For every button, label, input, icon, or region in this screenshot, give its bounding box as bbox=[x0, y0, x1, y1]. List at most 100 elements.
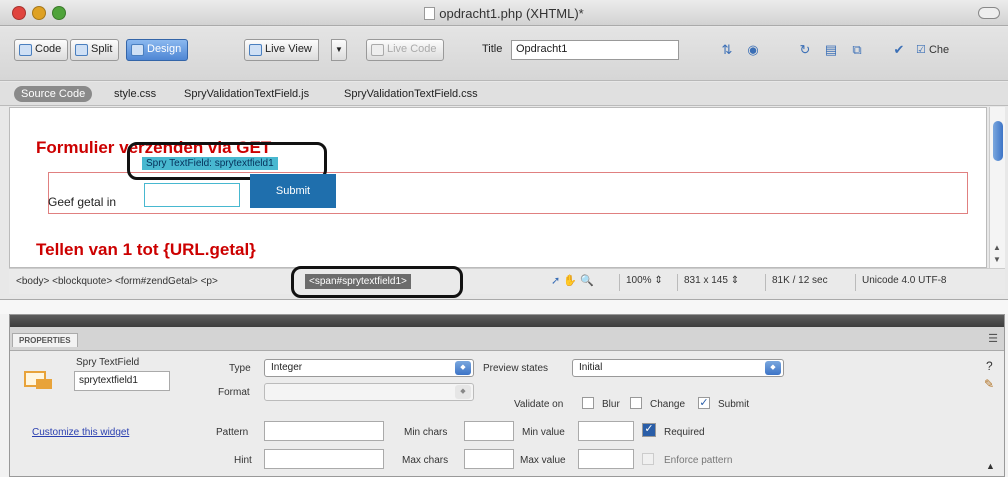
split-icon bbox=[75, 44, 88, 56]
document-toolbar: Code Split Design Live View ▼ Live Code … bbox=[0, 27, 1008, 81]
format-select[interactable]: ◆ bbox=[264, 383, 474, 401]
format-label: Format bbox=[218, 387, 250, 398]
toolbar-toggle-button[interactable] bbox=[978, 7, 1000, 19]
zoom-value: 100% bbox=[626, 275, 652, 286]
select-tool-icon[interactable]: ➚ bbox=[551, 275, 560, 287]
getal-input[interactable] bbox=[144, 183, 240, 207]
hint-label: Hint bbox=[234, 455, 252, 466]
pattern-input[interactable] bbox=[264, 421, 384, 441]
submit-validate-label: Submit bbox=[718, 399, 750, 410]
submit-button[interactable]: Submit bbox=[250, 174, 336, 208]
properties-tab[interactable]: PROPERTIES bbox=[12, 333, 78, 347]
status-tools: ➚ ✋ 🔍 bbox=[551, 274, 594, 287]
zoom-tool-icon[interactable]: 🔍 bbox=[580, 275, 594, 287]
title-bar: opdracht1.php (XHTML)* bbox=[0, 0, 1008, 26]
download-time: 81K / 12 sec bbox=[765, 274, 834, 291]
document-icon bbox=[424, 7, 436, 20]
check-page-label: Che bbox=[928, 44, 950, 56]
widget-id-input[interactable]: sprytextfield1 bbox=[74, 371, 170, 391]
document-window: opdracht1.php (XHTML)* Code Split Design… bbox=[0, 0, 1008, 300]
change-checkbox[interactable] bbox=[630, 397, 642, 409]
code-icon bbox=[19, 44, 32, 56]
enforce-pattern-label: Enforce pattern bbox=[664, 455, 733, 466]
panel-menu-icon[interactable]: ☰ bbox=[988, 332, 998, 345]
enforce-pattern-checkbox[interactable] bbox=[642, 453, 654, 465]
scrollbar-thumb[interactable] bbox=[993, 121, 1003, 161]
related-files-bar: Source Code style.css SpryValidationText… bbox=[0, 82, 1008, 106]
related-file-style-css[interactable]: style.css bbox=[114, 88, 156, 100]
blur-checkbox[interactable] bbox=[582, 397, 594, 409]
live-code-button[interactable]: Live Code bbox=[366, 39, 444, 61]
scroll-up-arrow[interactable]: ▲ bbox=[993, 243, 1001, 252]
tag-highlight-callout bbox=[291, 266, 463, 298]
tag-selector[interactable]: <body> <blockquote> <form#zendGetal> <p> bbox=[16, 276, 218, 287]
panel-header[interactable] bbox=[10, 315, 1004, 327]
check-page-button[interactable]: ☑ Che bbox=[916, 41, 949, 59]
zoom-select[interactable]: 100% ⇕ bbox=[619, 274, 669, 291]
window-title: opdracht1.php (XHTML)* bbox=[0, 6, 1008, 21]
submit-checkbox[interactable]: ✓ bbox=[698, 397, 710, 409]
design-icon bbox=[131, 44, 144, 56]
panel-gap bbox=[0, 300, 1008, 314]
validate-markup-icon[interactable]: ✔ bbox=[890, 41, 908, 59]
window-title-text: opdracht1.php (XHTML)* bbox=[439, 6, 584, 21]
design-view-button[interactable]: Design bbox=[126, 39, 189, 61]
max-value-label: Max value bbox=[520, 455, 566, 466]
preview-states-select[interactable]: Initial ◆ bbox=[572, 359, 784, 377]
live-code-label: Live Code bbox=[387, 43, 437, 55]
preview-states-value: Initial bbox=[579, 362, 603, 373]
panel-tabs: PROPERTIES ☰ bbox=[10, 327, 1004, 351]
design-view[interactable]: Formulier verzenden via GET Spry TextFie… bbox=[9, 107, 987, 268]
page-title-input[interactable]: Opdracht1 bbox=[511, 40, 679, 60]
scroll-down-arrow[interactable]: ▼ bbox=[993, 255, 1001, 264]
required-checkbox[interactable]: ✓ bbox=[642, 423, 656, 437]
pattern-label: Pattern bbox=[216, 427, 249, 438]
split-view-button[interactable]: Split bbox=[70, 39, 120, 61]
type-value: Integer bbox=[271, 362, 303, 373]
widget-name: Spry TextField bbox=[76, 357, 140, 368]
widget-id-value: sprytextfield1 bbox=[79, 375, 138, 386]
live-view-button[interactable]: Live View bbox=[244, 39, 319, 61]
hint-input[interactable] bbox=[264, 449, 384, 469]
collapse-arrow-icon[interactable]: ▲ bbox=[986, 461, 995, 471]
file-management-icon[interactable]: ⇅ bbox=[718, 41, 736, 59]
validate-on-label: Validate on bbox=[514, 399, 564, 410]
live-view-icon bbox=[249, 44, 262, 56]
code-view-button[interactable]: Code bbox=[14, 39, 69, 61]
spry-textfield-icon bbox=[24, 371, 54, 391]
select-arrow-icon: ◆ bbox=[455, 385, 471, 399]
max-chars-label: Max chars bbox=[402, 455, 449, 466]
customize-widget-link[interactable]: Customize this widget bbox=[32, 427, 129, 438]
page-title-value: Opdracht1 bbox=[516, 43, 568, 55]
hand-tool-icon[interactable]: ✋ bbox=[563, 275, 577, 287]
max-value-input[interactable] bbox=[578, 449, 634, 469]
type-select[interactable]: Integer ◆ bbox=[264, 359, 474, 377]
preview-states-label: Preview states bbox=[483, 363, 549, 374]
view-options-icon[interactable]: ▤ bbox=[822, 41, 840, 59]
source-code-button[interactable]: Source Code bbox=[14, 86, 93, 102]
title-label: Title bbox=[482, 43, 503, 55]
window-size-select[interactable]: 831 x 145 ⇕ bbox=[677, 274, 745, 291]
code-label: Code bbox=[35, 43, 62, 55]
min-value-input[interactable] bbox=[578, 421, 634, 441]
status-bar: <body> <blockquote> <form#zendGetal> <p>… bbox=[9, 266, 1005, 298]
split-label: Split bbox=[91, 43, 113, 55]
edit-icon[interactable]: ✎ bbox=[984, 377, 994, 391]
preview-browser-icon[interactable]: ◉ bbox=[744, 41, 762, 59]
min-value-label: Min value bbox=[522, 427, 565, 438]
live-view-label: Live View bbox=[265, 43, 312, 55]
select-arrow-icon: ◆ bbox=[765, 361, 781, 375]
related-file-spry-css[interactable]: SpryValidationTextField.css bbox=[344, 88, 478, 100]
heading-count: Tellen van 1 tot {URL.getal} bbox=[36, 240, 256, 259]
visual-aids-icon[interactable]: ⧉ bbox=[848, 41, 866, 59]
max-chars-input[interactable] bbox=[464, 449, 514, 469]
help-icon[interactable]: ? bbox=[986, 359, 993, 373]
properties-panel: PROPERTIES ☰ Spry TextField sprytextfiel… bbox=[9, 314, 1005, 477]
min-chars-input[interactable] bbox=[464, 421, 514, 441]
related-file-spry-js[interactable]: SpryValidationTextField.js bbox=[184, 88, 309, 100]
vertical-scrollbar[interactable]: ▲ ▼ bbox=[989, 107, 1005, 268]
live-view-dropdown[interactable]: ▼ bbox=[331, 39, 347, 61]
refresh-icon[interactable]: ↻ bbox=[796, 41, 814, 59]
check-page-icon: ☑ bbox=[916, 44, 926, 56]
blur-label: Blur bbox=[602, 399, 620, 410]
